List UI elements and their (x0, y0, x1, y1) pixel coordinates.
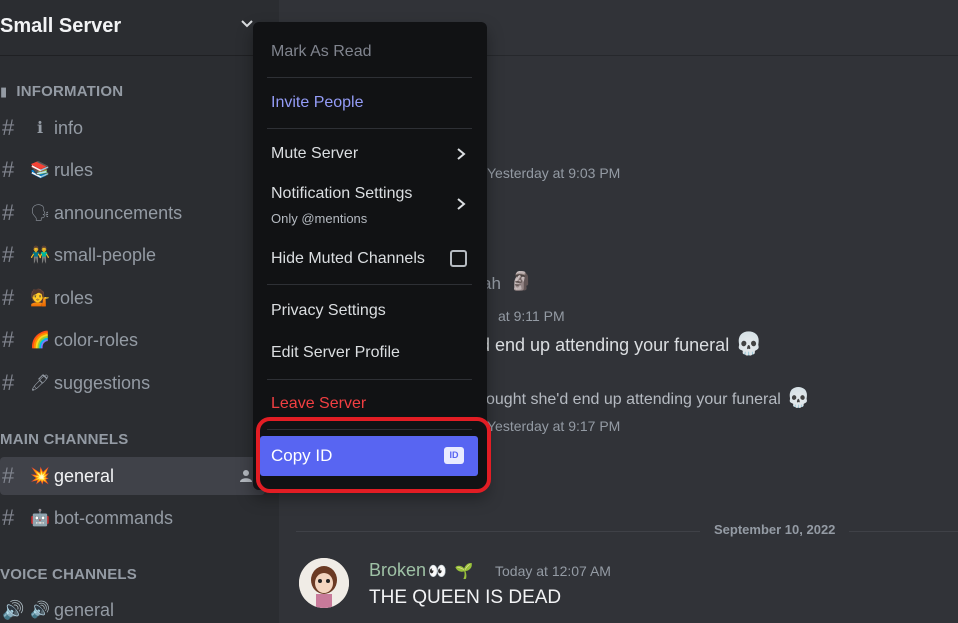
menu-item-notification-settings[interactable]: Notification Settings Only @mentions (261, 179, 479, 229)
channel-general[interactable]: # 💥 general (0, 457, 265, 495)
message-timestamp: at 9:11 PM (498, 308, 565, 324)
channel-bot-commands[interactable]: # 🤖 bot-commands (0, 499, 265, 537)
channel-sidebar: Small Server ▮ INFORMATION # ℹ info # 📚 … (0, 0, 279, 623)
pen-emoji-icon: 🖊 (30, 375, 51, 392)
hashtag-icon: # (2, 505, 15, 530)
channel-roles[interactable]: # 💁 roles (0, 279, 265, 317)
menu-item-invite-people[interactable]: Invite People (261, 85, 479, 121)
seedling-role-icon: 🌱 (454, 563, 474, 580)
hashtag-icon: # (2, 157, 15, 182)
highlight-annotation (256, 417, 491, 493)
channel-rules[interactable]: # 📚 rules (0, 151, 265, 189)
message-author[interactable]: Broken 👀 🌱 (369, 560, 473, 581)
menu-separator (267, 77, 472, 78)
rainbow-emoji-icon: 🌈 (30, 332, 50, 349)
info-emoji-icon: ℹ (36, 120, 44, 137)
collision-emoji-icon: 💥 (30, 468, 50, 485)
robot-emoji-icon: 🤖 (30, 510, 50, 527)
channel-small-people[interactable]: # 👬 small-people (0, 236, 265, 274)
speaking-head-emoji-icon: 🗣 (30, 205, 51, 222)
hashtag-icon: # (2, 285, 15, 310)
hashtag-icon: # (2, 200, 15, 225)
channel-suggestions[interactable]: # 🖊 suggestions (0, 364, 265, 402)
avatar-image (299, 558, 349, 608)
category-page-icon: ▮ (0, 84, 8, 99)
reply-preview: ought she'd end up attending your funera… (486, 388, 811, 409)
message-timestamp: Yesterday at 9:17 PM (487, 418, 621, 434)
menu-item-hide-muted-channels[interactable]: Hide Muted Channels (261, 241, 479, 277)
chevron-right-icon (457, 148, 466, 160)
speaker-icon: 🔊 (2, 599, 25, 620)
eyes-emoji-icon: 👀 (428, 563, 447, 580)
channel-info[interactable]: # ℹ info (0, 109, 265, 147)
date-divider (296, 531, 958, 532)
message-text: d end up attending your funeral 💀 (480, 331, 763, 356)
message-timestamp: Yesterday at 9:03 PM (487, 165, 621, 181)
hide-muted-checkbox[interactable] (450, 250, 467, 267)
skull-emoji-icon: 💀 (735, 331, 763, 356)
menu-separator (267, 284, 472, 285)
menu-separator (267, 379, 472, 380)
two-people-emoji-icon: 👬 (30, 247, 50, 264)
moai-emoji-icon: 🗿 (510, 271, 533, 291)
hashtag-icon: # (2, 370, 15, 395)
menu-item-privacy-settings[interactable]: Privacy Settings (261, 293, 479, 329)
channel-announcements[interactable]: # 🗣 announcements (0, 194, 265, 232)
speaker-emoji-icon: 🔊 (30, 602, 50, 619)
books-emoji-icon: 📚 (30, 162, 50, 179)
invite-member-icon[interactable] (239, 469, 253, 483)
menu-item-edit-server-profile[interactable]: Edit Server Profile (261, 335, 479, 371)
category-voice-channels[interactable]: VOICE CHANNELS (0, 566, 137, 583)
menu-separator (267, 128, 472, 129)
category-main-channels[interactable]: MAIN CHANNELS (0, 431, 128, 448)
person-tipping-hand-emoji-icon: 💁 (30, 290, 50, 307)
hashtag-icon: # (2, 242, 15, 267)
channel-voice-general[interactable]: 🔊 🔊 general (0, 591, 265, 623)
channel-color-roles[interactable]: # 🌈 color-roles (0, 321, 265, 359)
hashtag-icon: # (2, 463, 15, 488)
avatar[interactable] (299, 558, 349, 608)
chevron-down-icon[interactable] (240, 17, 254, 31)
menu-item-mark-as-read[interactable]: Mark As Read (261, 34, 479, 70)
date-divider-label: September 10, 2022 (700, 522, 850, 537)
hashtag-icon: # (2, 327, 15, 352)
server-header[interactable]: Small Server (0, 0, 279, 56)
hashtag-icon: # (2, 115, 15, 140)
chevron-right-icon (457, 198, 466, 210)
menu-item-mute-server[interactable]: Mute Server (261, 136, 479, 172)
server-name: Small Server (0, 15, 122, 37)
skull-emoji-icon: 💀 (786, 388, 811, 409)
category-information[interactable]: ▮ INFORMATION (0, 83, 123, 100)
notification-level-subtext: Only @mentions (271, 211, 368, 226)
message-text: THE QUEEN IS DEAD (369, 587, 562, 608)
message-timestamp: Today at 12:07 AM (495, 563, 611, 579)
